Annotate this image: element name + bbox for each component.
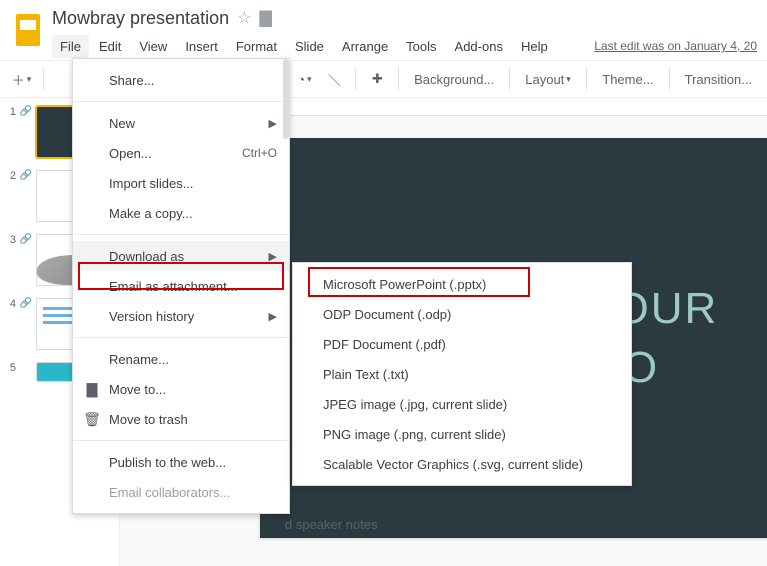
shape-icon[interactable]: ◔▾ bbox=[291, 66, 317, 92]
trash-icon: 🗑 bbox=[83, 411, 101, 428]
menu-help[interactable]: Help bbox=[513, 35, 556, 58]
last-edit-link[interactable]: Last edit was on January 4, 20 bbox=[594, 39, 757, 53]
thumb-number: 5 bbox=[6, 362, 16, 382]
submenu-item-txt[interactable]: Plain Text (.txt) bbox=[293, 359, 631, 389]
toolbar-separator bbox=[509, 68, 510, 90]
transition-button[interactable]: Transition... bbox=[678, 66, 759, 92]
menu-separator bbox=[73, 440, 289, 441]
menu-bar: File Edit View Insert Format Slide Arran… bbox=[52, 32, 757, 60]
document-title[interactable]: Mowbray presentation bbox=[52, 8, 229, 29]
menu-file[interactable]: File bbox=[52, 35, 89, 58]
header: Mowbray presentation ☆ ▇ File Edit View … bbox=[0, 0, 767, 60]
submenu-arrow-icon: ▶ bbox=[269, 250, 277, 263]
speaker-notes-placeholder[interactable]: d speaker notes bbox=[285, 517, 378, 532]
menu-item-import-slides[interactable]: Import slides... bbox=[73, 168, 289, 198]
toolbar-separator bbox=[669, 68, 670, 90]
menu-item-rename[interactable]: Rename... bbox=[73, 344, 289, 374]
menu-item-email-collaborators[interactable]: Email collaborators... bbox=[73, 477, 289, 507]
menu-item-move-to-trash[interactable]: 🗑Move to trash bbox=[73, 404, 289, 434]
menu-item-version-history[interactable]: Version history▶ bbox=[73, 301, 289, 331]
thumb-number: 2 bbox=[6, 170, 16, 222]
menu-item-email-attachment[interactable]: Email as attachment... bbox=[73, 271, 289, 301]
menu-slide[interactable]: Slide bbox=[287, 35, 332, 58]
toolbar-separator bbox=[586, 68, 587, 90]
comment-icon[interactable]: ✚ bbox=[364, 66, 390, 92]
menu-edit[interactable]: Edit bbox=[91, 35, 129, 58]
toolbar-separator bbox=[355, 68, 356, 90]
line-icon[interactable]: ＼ bbox=[321, 66, 347, 92]
submenu-item-png[interactable]: PNG image (.png, current slide) bbox=[293, 419, 631, 449]
menu-separator bbox=[73, 234, 289, 235]
menu-item-make-copy[interactable]: Make a copy... bbox=[73, 198, 289, 228]
new-slide-button[interactable]: ＋▾ bbox=[8, 66, 35, 92]
toolbar-separator bbox=[398, 68, 399, 90]
submenu-item-jpeg[interactable]: JPEG image (.jpg, current slide) bbox=[293, 389, 631, 419]
submenu-arrow-icon: ▶ bbox=[269, 310, 277, 323]
submenu-item-svg[interactable]: Scalable Vector Graphics (.svg, current … bbox=[293, 449, 631, 479]
submenu-item-pdf[interactable]: PDF Document (.pdf) bbox=[293, 329, 631, 359]
shortcut-label: Ctrl+O bbox=[242, 146, 277, 160]
menu-item-new[interactable]: New▶ bbox=[73, 108, 289, 138]
layout-button[interactable]: Layout▾ bbox=[518, 66, 578, 92]
menu-addons[interactable]: Add-ons bbox=[447, 35, 511, 58]
title-area: Mowbray presentation ☆ ▇ File Edit View … bbox=[46, 6, 757, 60]
download-as-submenu: Microsoft PowerPoint (.pptx) ODP Documen… bbox=[292, 262, 632, 486]
file-menu-panel: Share... New▶ Open...Ctrl+O Import slide… bbox=[72, 58, 290, 514]
menu-separator bbox=[73, 337, 289, 338]
menu-item-move-to[interactable]: ▇Move to... bbox=[73, 374, 289, 404]
link-icon: 🔗 bbox=[20, 298, 32, 309]
submenu-item-odp[interactable]: ODP Document (.odp) bbox=[293, 299, 631, 329]
link-icon: 🔗 bbox=[20, 106, 32, 117]
menu-item-download-as[interactable]: Download as▶ bbox=[73, 241, 289, 271]
link-icon: 🔗 bbox=[20, 234, 32, 245]
menu-item-open[interactable]: Open...Ctrl+O bbox=[73, 138, 289, 168]
submenu-arrow-icon: ▶ bbox=[269, 117, 277, 130]
thumb-number: 1 bbox=[6, 106, 16, 158]
menu-arrange[interactable]: Arrange bbox=[334, 35, 396, 58]
thumb-number: 3 bbox=[6, 234, 16, 286]
menu-item-publish-web[interactable]: Publish to the web... bbox=[73, 447, 289, 477]
folder-icon[interactable]: ▇ bbox=[259, 8, 271, 28]
thumb-number: 4 bbox=[6, 298, 16, 350]
link-icon: 🔗 bbox=[20, 170, 32, 181]
menu-view[interactable]: View bbox=[131, 35, 175, 58]
star-icon[interactable]: ☆ bbox=[237, 8, 251, 28]
menu-item-share[interactable]: Share... bbox=[73, 65, 289, 95]
menu-tools[interactable]: Tools bbox=[398, 35, 444, 58]
theme-button[interactable]: Theme... bbox=[595, 66, 661, 92]
background-button[interactable]: Background... bbox=[407, 66, 501, 92]
menu-format[interactable]: Format bbox=[228, 35, 285, 58]
submenu-item-pptx[interactable]: Microsoft PowerPoint (.pptx) bbox=[293, 269, 631, 299]
slides-app-icon[interactable] bbox=[10, 6, 46, 54]
menu-separator bbox=[73, 101, 289, 102]
slides-logo-icon bbox=[16, 14, 40, 46]
menu-insert[interactable]: Insert bbox=[177, 35, 226, 58]
toolbar-separator bbox=[43, 68, 44, 90]
folder-icon: ▇ bbox=[83, 381, 101, 398]
